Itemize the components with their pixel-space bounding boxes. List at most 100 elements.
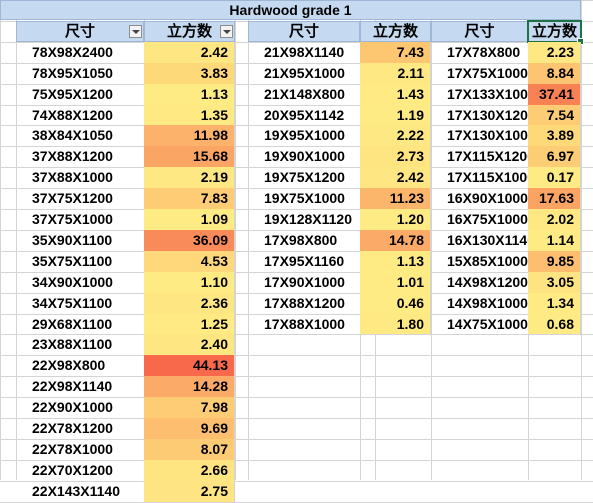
size-cell[interactable]: 22X143X1140 — [16, 481, 144, 502]
volume-cell[interactable]: 2.66 — [144, 460, 235, 481]
volume-cell[interactable]: 1.13 — [144, 84, 235, 105]
volume-cell[interactable]: 11.98 — [144, 125, 235, 146]
size-cell[interactable]: 17X88X1000 — [248, 314, 360, 334]
size-cell[interactable]: 75X95X1200 — [16, 84, 144, 105]
size-cell[interactable]: 19X90X1000 — [248, 146, 360, 167]
size-cell[interactable]: 17X75X1000 — [431, 63, 528, 84]
volume-cell[interactable]: 4.53 — [144, 251, 235, 272]
size-cell[interactable]: 17X133X1000 — [431, 84, 528, 105]
size-cell[interactable]: 37X75X1200 — [16, 188, 144, 209]
filter-dropdown-icon[interactable] — [129, 25, 142, 38]
volume-cell[interactable]: 1.34 — [528, 293, 581, 314]
size-cell[interactable]: 17X78X800 — [431, 42, 528, 63]
volume-cell[interactable]: 37.41 — [528, 84, 581, 105]
volume-cell[interactable]: 2.19 — [144, 167, 235, 188]
volume-cell[interactable]: 3.83 — [144, 63, 235, 84]
size-cell[interactable]: 17X88X1200 — [248, 293, 360, 314]
size-cell[interactable]: 22X78X1000 — [16, 439, 144, 460]
volume-cell[interactable]: 3.05 — [528, 272, 581, 293]
volume-cell[interactable]: 7.43 — [360, 42, 431, 63]
volume-cell[interactable]: 2.73 — [360, 146, 431, 167]
size-cell[interactable]: 17X98X800 — [248, 230, 360, 251]
size-cell[interactable]: 22X70X1200 — [16, 460, 144, 481]
volume-cell[interactable]: 2.22 — [360, 125, 431, 146]
volume-cell[interactable]: 36.09 — [144, 230, 235, 251]
volume-cell[interactable]: 0.46 — [360, 293, 431, 314]
size-cell[interactable]: 17X90X1000 — [248, 272, 360, 293]
volume-cell[interactable]: 1.25 — [144, 314, 235, 334]
volume-cell[interactable]: 1.19 — [360, 105, 431, 125]
size-cell[interactable]: 35X75X1100 — [16, 251, 144, 272]
volume-cell[interactable]: 9.85 — [528, 251, 581, 272]
size-cell[interactable]: 21X148X800 — [248, 84, 360, 105]
size-cell[interactable]: 17X130X1000 — [431, 125, 528, 146]
size-cell[interactable]: 22X78X1200 — [16, 418, 144, 439]
volume-cell[interactable]: 7.54 — [528, 105, 581, 125]
size-cell[interactable]: 74X88X1200 — [16, 105, 144, 125]
size-cell[interactable]: 19X128X1120 — [248, 209, 360, 230]
size-cell[interactable]: 37X88X1000 — [16, 167, 144, 188]
size-cell[interactable]: 22X98X800 — [16, 355, 144, 376]
size-cell[interactable]: 35X90X1100 — [16, 230, 144, 251]
filter-dropdown-icon[interactable] — [220, 25, 233, 38]
volume-cell[interactable]: 7.83 — [144, 188, 235, 209]
volume-cell[interactable]: 44.13 — [144, 355, 235, 376]
size-cell[interactable]: 38X84X1050 — [16, 125, 144, 146]
volume-cell[interactable]: 8.84 — [528, 63, 581, 84]
volume-cell[interactable]: 1.10 — [144, 272, 235, 293]
volume-cell[interactable]: 1.14 — [528, 230, 581, 251]
volume-cell[interactable]: 2.40 — [144, 334, 235, 355]
size-cell[interactable]: 16X90X1000 — [431, 188, 528, 209]
volume-cell[interactable]: 15.68 — [144, 146, 235, 167]
volume-cell[interactable]: 1.20 — [360, 209, 431, 230]
size-cell[interactable]: 15X85X1000 — [431, 251, 528, 272]
volume-cell[interactable]: 1.01 — [360, 272, 431, 293]
volume-cell[interactable]: 0.68 — [528, 314, 581, 334]
volume-cell[interactable]: 9.69 — [144, 418, 235, 439]
size-cell[interactable]: 17X115X1000 — [431, 167, 528, 188]
size-cell[interactable]: 29X68X1100 — [16, 314, 144, 334]
volume-cell[interactable]: 1.13 — [360, 251, 431, 272]
size-cell[interactable]: 14X98X1000 — [431, 293, 528, 314]
volume-cell[interactable]: 11.23 — [360, 188, 431, 209]
size-cell[interactable]: 16X130X1140 — [431, 230, 528, 251]
size-cell[interactable]: 17X115X1200 — [431, 146, 528, 167]
volume-cell[interactable]: 1.80 — [360, 314, 431, 334]
volume-cell[interactable]: 2.42 — [144, 42, 235, 63]
column-header-size[interactable]: 尺寸 — [16, 21, 144, 42]
volume-cell[interactable]: 0.17 — [528, 167, 581, 188]
volume-cell[interactable]: 2.11 — [360, 63, 431, 84]
size-cell[interactable]: 17X130X1200 — [431, 105, 528, 125]
table-title[interactable]: Hardwood grade 1 — [0, 0, 581, 20]
size-cell[interactable]: 17X95X1160 — [248, 251, 360, 272]
volume-cell[interactable]: 1.35 — [144, 105, 235, 125]
size-cell[interactable]: 37X88X1200 — [16, 146, 144, 167]
column-header-size[interactable]: 尺寸 — [431, 21, 528, 42]
volume-cell[interactable]: 17.63 — [528, 188, 581, 209]
volume-cell[interactable]: 7.98 — [144, 397, 235, 418]
volume-cell[interactable]: 2.42 — [360, 167, 431, 188]
size-cell[interactable]: 78X98X2400 — [16, 42, 144, 63]
volume-cell[interactable]: 2.23 — [528, 42, 581, 63]
size-cell[interactable]: 14X98X1200 — [431, 272, 528, 293]
volume-cell[interactable]: 2.36 — [144, 293, 235, 314]
size-cell[interactable]: 34X90X1000 — [16, 272, 144, 293]
volume-cell[interactable]: 14.28 — [144, 376, 235, 397]
size-cell[interactable]: 14X75X1000 — [431, 314, 528, 334]
volume-cell[interactable]: 6.97 — [528, 146, 581, 167]
column-header-volume[interactable]: 立方数 — [360, 21, 431, 42]
size-cell[interactable]: 19X95X1000 — [248, 125, 360, 146]
size-cell[interactable]: 78X95X1050 — [16, 63, 144, 84]
size-cell[interactable]: 20X95X1142 — [248, 105, 360, 125]
size-cell[interactable]: 34X75X1100 — [16, 293, 144, 314]
volume-cell[interactable]: 3.89 — [528, 125, 581, 146]
size-cell[interactable]: 19X75X1200 — [248, 167, 360, 188]
volume-cell[interactable]: 1.09 — [144, 209, 235, 230]
volume-cell[interactable]: 14.78 — [360, 230, 431, 251]
volume-cell[interactable]: 8.07 — [144, 439, 235, 460]
size-cell[interactable]: 21X95X1000 — [248, 63, 360, 84]
size-cell[interactable]: 21X98X1140 — [248, 42, 360, 63]
size-cell[interactable]: 22X90X1000 — [16, 397, 144, 418]
volume-cell[interactable]: 2.02 — [528, 209, 581, 230]
size-cell[interactable]: 19X75X1000 — [248, 188, 360, 209]
